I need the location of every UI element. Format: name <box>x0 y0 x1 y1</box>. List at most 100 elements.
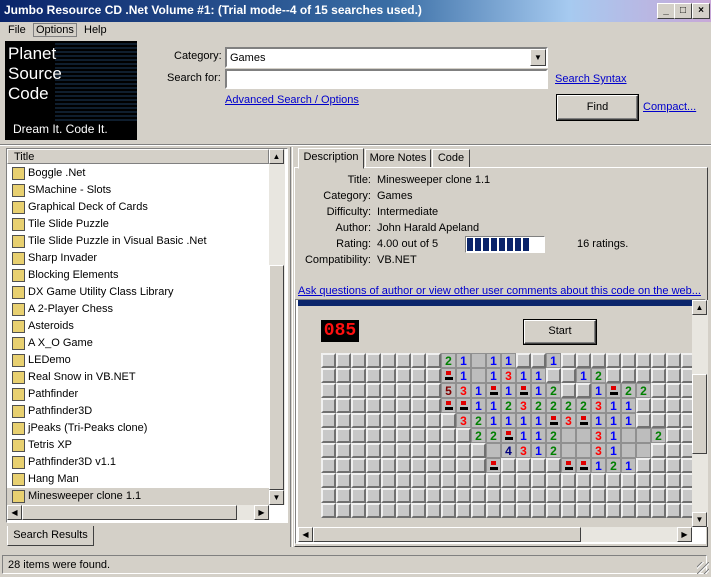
board-cell-number: 1 <box>606 443 621 458</box>
logo-tagline: Dream It. Code It. <box>13 122 108 136</box>
scroll-down-icon[interactable]: ▼ <box>269 490 284 505</box>
board-cell-covered <box>606 488 621 503</box>
board-cell-number: 2 <box>546 443 561 458</box>
scroll-right-icon[interactable]: ▶ <box>254 505 269 520</box>
results-list[interactable]: Title Boggle .Net SMachine - Slots Graphic… <box>6 148 288 523</box>
flag-icon <box>576 413 591 428</box>
code-item-icon <box>12 354 25 367</box>
list-item-title: DX Game Utility Class Library <box>28 286 174 298</box>
code-item-icon <box>12 218 25 231</box>
search-input[interactable] <box>225 69 548 89</box>
tab-description[interactable]: Description <box>298 148 364 169</box>
screenshot-horizontal-thumb[interactable] <box>313 527 581 542</box>
board-cell-covered <box>426 353 441 368</box>
code-item-icon <box>12 252 25 265</box>
close-button[interactable]: × <box>692 3 710 19</box>
ask-questions-link[interactable]: Ask questions of author or view other us… <box>298 285 701 297</box>
menu-options[interactable]: Options <box>33 23 77 37</box>
list-item[interactable]: A 2-Player Chess <box>7 301 269 318</box>
board-cell-number: 1 <box>591 413 606 428</box>
list-item[interactable]: Blocking Elements <box>7 267 269 284</box>
screenshot-scroll-thumb[interactable] <box>692 374 707 454</box>
board-cell-covered <box>666 443 681 458</box>
board-cell-number: 2 <box>441 353 456 368</box>
results-horizontal-scrollbar[interactable]: ◀ ▶ <box>7 505 269 520</box>
list-item-title: Pathfinder3D v1.1 <box>28 456 117 468</box>
board-cell-empty <box>621 428 636 443</box>
board-cell-number: 2 <box>591 368 606 383</box>
list-item[interactable]: Asteroids <box>7 318 269 335</box>
board-cell-covered <box>396 413 411 428</box>
list-item[interactable]: Minesweeper clone 1.1 <box>7 488 269 505</box>
board-cell-covered <box>666 413 681 428</box>
scroll-left-icon[interactable]: ◀ <box>298 527 313 542</box>
find-button[interactable]: Find <box>556 94 639 121</box>
scroll-left-icon[interactable]: ◀ <box>7 505 22 520</box>
menu-help[interactable]: Help <box>84 24 107 36</box>
rating-segment <box>515 238 521 251</box>
maximize-button[interactable]: □ <box>674 3 692 19</box>
board-cell-covered <box>441 488 456 503</box>
header-divider <box>0 144 711 146</box>
board-cell-number: 1 <box>456 368 471 383</box>
title-column-header[interactable]: Title <box>7 149 269 164</box>
list-item[interactable]: Tetris XP <box>7 437 269 454</box>
advanced-search-link[interactable]: Advanced Search / Options <box>225 94 359 106</box>
menu-file[interactable]: File <box>8 24 26 36</box>
board-cell-number: 1 <box>546 353 561 368</box>
list-item[interactable]: Graphical Deck of Cards <box>7 199 269 216</box>
board-cell-covered <box>546 488 561 503</box>
list-item[interactable]: Boggle .Net <box>7 165 269 182</box>
tab-more-notes[interactable]: More Notes <box>365 149 431 168</box>
board-cell-empty <box>576 443 591 458</box>
compact-link[interactable]: Compact... <box>643 101 696 113</box>
resize-grip-icon[interactable] <box>697 562 709 574</box>
board-cell-number: 1 <box>486 353 501 368</box>
list-item[interactable]: Pathfinder <box>7 386 269 403</box>
board-cell-covered <box>381 398 396 413</box>
list-item-title: SMachine - Slots <box>28 184 112 196</box>
board-cell-number: 3 <box>456 413 471 428</box>
board-cell-number: 1 <box>501 383 516 398</box>
list-item[interactable]: Tile Slide Puzzle <box>7 216 269 233</box>
list-item[interactable]: SMachine - Slots <box>7 182 269 199</box>
board-cell-covered <box>426 413 441 428</box>
board-cell-covered <box>606 353 621 368</box>
board-cell-covered <box>591 353 606 368</box>
board-cell-number: 1 <box>606 428 621 443</box>
board-cell-covered <box>591 473 606 488</box>
list-item[interactable]: Pathfinder3D v1.1 <box>7 454 269 471</box>
board-cell-covered <box>576 473 591 488</box>
category-select[interactable]: Games ▼ <box>225 47 548 68</box>
board-cell-number: 1 <box>606 413 621 428</box>
board-cell-covered <box>666 428 681 443</box>
scroll-right-icon[interactable]: ▶ <box>677 527 692 542</box>
list-item[interactable]: jPeaks (Tri-Peaks clone) <box>7 420 269 437</box>
search-syntax-link[interactable]: Search Syntax <box>555 73 627 85</box>
scroll-thumb[interactable] <box>269 265 284 490</box>
board-cell-covered <box>351 383 366 398</box>
search-results-tab[interactable]: Search Results <box>7 526 94 546</box>
chevron-down-icon[interactable]: ▼ <box>530 49 546 66</box>
minimize-button[interactable]: _ <box>657 3 675 19</box>
list-item[interactable]: Tile Slide Puzzle in Visual Basic .Net <box>7 233 269 250</box>
scroll-up-icon[interactable]: ▲ <box>692 300 707 315</box>
list-item[interactable]: DX Game Utility Class Library <box>7 284 269 301</box>
board-cell-covered <box>591 488 606 503</box>
screenshot-vertical-scrollbar[interactable]: ▲ ▼ <box>692 300 708 527</box>
list-item[interactable]: Hang Man <box>7 471 269 488</box>
horizontal-scroll-thumb[interactable] <box>22 505 237 520</box>
list-item[interactable]: Real Snow in VB.NET <box>7 369 269 386</box>
code-item-icon <box>12 235 25 248</box>
board-cell-covered <box>321 413 336 428</box>
results-vertical-scrollbar[interactable]: ▲ ▼ <box>269 149 285 505</box>
board-cell-covered <box>471 458 486 473</box>
list-item[interactable]: Sharp Invader <box>7 250 269 267</box>
list-item[interactable]: Pathfinder3D <box>7 403 269 420</box>
list-item[interactable]: A X_O Game <box>7 335 269 352</box>
scroll-up-icon[interactable]: ▲ <box>269 149 284 164</box>
scroll-down-icon[interactable]: ▼ <box>692 512 707 527</box>
screenshot-horizontal-scrollbar[interactable]: ◀ ▶ <box>298 527 692 542</box>
list-item[interactable]: LEDemo <box>7 352 269 369</box>
tab-code[interactable]: Code <box>432 149 470 168</box>
